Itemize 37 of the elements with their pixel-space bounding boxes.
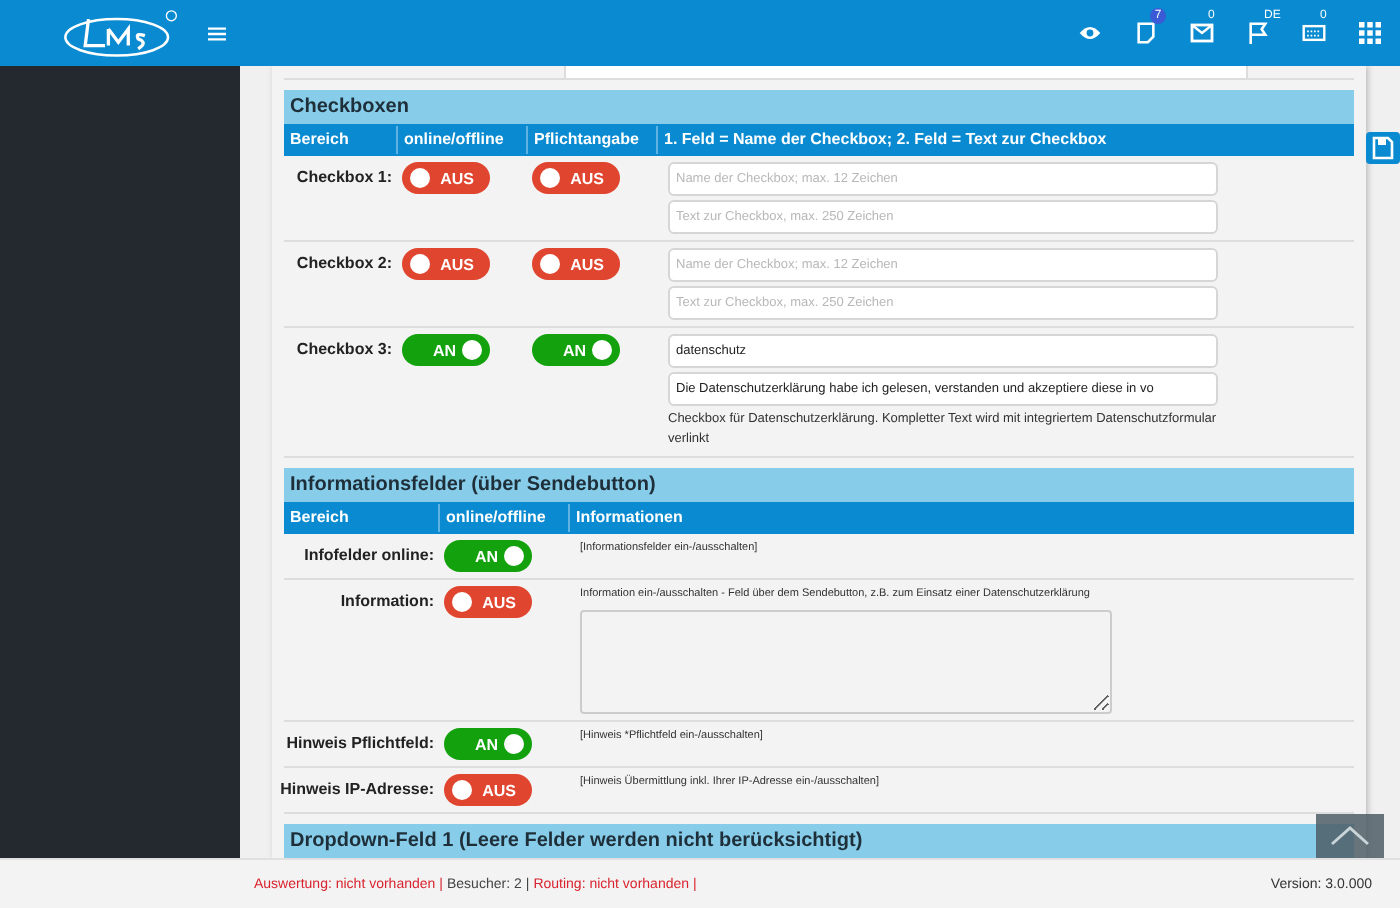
row-label: Checkbox 2: (296, 252, 394, 276)
mail-icon[interactable] (1190, 22, 1214, 44)
row-label: Hinweis IP-Adresse: (280, 778, 436, 802)
scroll-up-button[interactable] (1316, 814, 1384, 858)
toggle-switch[interactable]: AN (444, 728, 532, 760)
toggle-switch[interactable]: AUS (444, 774, 532, 806)
keyboard-icon[interactable] (1302, 22, 1326, 44)
column-header: Bereich (288, 128, 351, 152)
row-label: Hinweis Pflichtfeld: (286, 732, 436, 756)
toggle-switch[interactable]: AUS (402, 248, 490, 280)
toggle-switch[interactable]: AN (532, 334, 620, 366)
menu-icon[interactable] (208, 25, 226, 41)
section-title: Informationsfelder (über Sendebutton) (284, 468, 1354, 502)
logo-icon (62, 7, 178, 59)
row-label: Information: (340, 590, 436, 614)
toggle-switch[interactable]: AUS (444, 586, 532, 618)
row-label: Checkbox 3: (296, 338, 394, 362)
row-label: Infofelder online: (304, 544, 436, 568)
input-field[interactable] (564, 66, 1248, 80)
section-title: Checkboxen (284, 90, 1354, 124)
column-header: Bereich (288, 506, 351, 530)
save-icon[interactable] (1366, 132, 1400, 164)
row-label: Checkbox 1: (296, 166, 394, 190)
flag-icon[interactable] (1246, 22, 1270, 44)
column-header: 1. Feld = Name der Checkbox; 2. Feld = Text zur Checkbox (656, 126, 1354, 154)
note-icon[interactable] (1134, 22, 1158, 44)
eye-icon[interactable] (1078, 22, 1102, 44)
toggle-switch[interactable]: AUS (532, 248, 620, 280)
toggle-switch[interactable]: AUS (532, 162, 620, 194)
column-header: online/offline (396, 126, 526, 154)
apps-grid-icon[interactable] (1358, 22, 1382, 44)
toggle-switch[interactable]: AN (444, 540, 532, 572)
column-header: online/offline (438, 504, 568, 532)
column-header: Informationen (568, 504, 1354, 532)
toggle-switch[interactable]: AN (402, 334, 490, 366)
toggle-switch[interactable]: AUS (402, 162, 490, 194)
column-header: Pflichtangabe (526, 126, 656, 154)
